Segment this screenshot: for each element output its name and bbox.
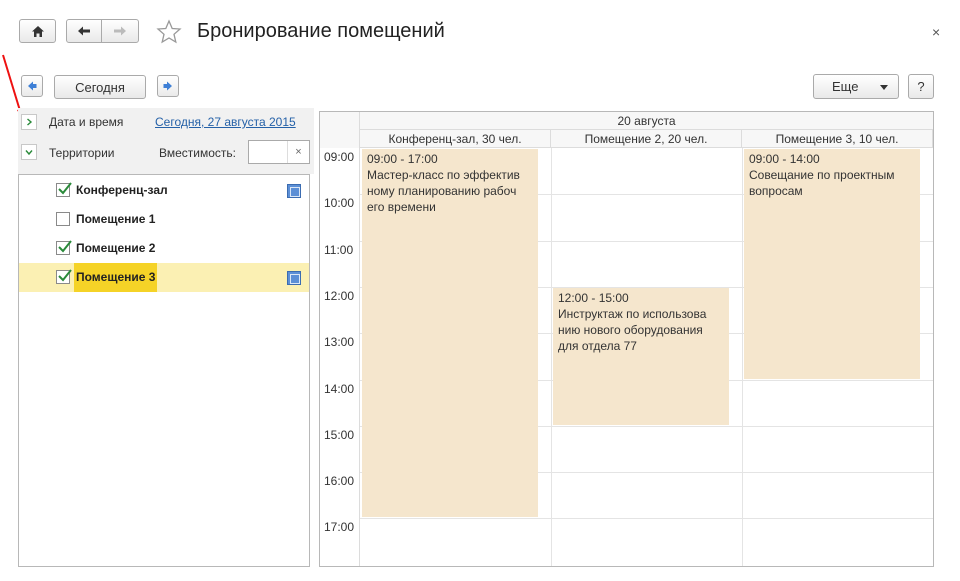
datetime-label: Дата и время bbox=[49, 115, 124, 129]
event-time: 09:00 - 14:00 bbox=[749, 152, 820, 166]
event-description: Мастер-класс по эффектив ному планирован… bbox=[367, 168, 520, 214]
close-icon[interactable]: × bbox=[932, 24, 940, 40]
next-period-button[interactable] bbox=[157, 75, 179, 97]
column-header: Помещение 2, 20 чел. bbox=[551, 130, 742, 148]
hour-label: 10:00 bbox=[324, 196, 355, 211]
page-title: Бронирование помещений bbox=[197, 20, 445, 42]
clear-icon[interactable]: × bbox=[287, 141, 309, 163]
room-checkbox[interactable] bbox=[56, 212, 70, 226]
booking-event[interactable]: 09:00 - 17:00 Мастер-класс по эффектив но… bbox=[362, 149, 538, 518]
checkmark-icon bbox=[58, 240, 72, 253]
room-row[interactable]: Помещение 1 bbox=[19, 205, 309, 234]
hour-label: 11:00 bbox=[324, 242, 354, 257]
column-divider bbox=[742, 148, 743, 566]
room-row[interactable]: Помещение 2 bbox=[19, 234, 309, 263]
event-time: 12:00 - 15:00 bbox=[558, 290, 629, 305]
help-button[interactable]: ? bbox=[908, 74, 934, 99]
booking-event[interactable]: 09:00 - 14:00 Совещание по проектным вопр… bbox=[744, 149, 920, 379]
room-color-icon[interactable] bbox=[287, 271, 301, 285]
room-name: Конференц-зал bbox=[76, 183, 168, 197]
time-column: 09:00 10:00 11:00 12:00 13:00 14:00 15:00 16:00… bbox=[320, 148, 360, 566]
triangle-right-icon bbox=[163, 81, 172, 91]
planner: 20 августа Конференц-зал, 30 чел. Помещен… bbox=[319, 111, 934, 567]
hour-label: 13:00 bbox=[324, 335, 355, 350]
planner-corner bbox=[320, 112, 360, 148]
capacity-input[interactable]: × bbox=[248, 140, 310, 164]
room-name: Помещение 3 bbox=[74, 263, 158, 292]
forward-button[interactable] bbox=[101, 19, 139, 43]
territories-label: Территории bbox=[49, 146, 115, 160]
home-button[interactable] bbox=[19, 19, 56, 43]
room-checkbox[interactable] bbox=[56, 269, 72, 284]
star-icon bbox=[156, 19, 182, 44]
more-button[interactable]: Еще bbox=[813, 74, 899, 99]
booking-event[interactable]: 12:00 - 15:00 Инструктаж по использова ни… bbox=[553, 287, 729, 425]
chevron-down-icon bbox=[25, 150, 33, 156]
arrow-left-icon bbox=[78, 26, 90, 36]
event-description: Совещание по проектным вопросам bbox=[749, 168, 895, 198]
column-divider bbox=[551, 148, 552, 566]
chevron-right-icon bbox=[27, 118, 33, 126]
hour-label: 09:00 bbox=[324, 150, 355, 164]
column-header: Конференц-зал, 30 чел. bbox=[360, 130, 551, 148]
room-color-icon[interactable] bbox=[287, 184, 301, 198]
rooms-list: Конференц-зал Помещение 1 Помещение 2 Помещ… bbox=[18, 174, 310, 567]
column-header: Помещение 3, 10 чел. bbox=[742, 130, 933, 148]
territories-expand[interactable] bbox=[21, 144, 37, 160]
datetime-link[interactable]: Сегодня, 27 августа 2015 bbox=[155, 115, 296, 129]
room-row[interactable]: Помещение 3 bbox=[19, 263, 309, 292]
hour-gridline bbox=[360, 518, 933, 520]
caret-down-icon bbox=[880, 85, 888, 90]
hour-label: 14:00 bbox=[324, 381, 355, 396]
event-description: Инструктаж по использова нию нового обор… bbox=[558, 306, 707, 353]
hour-label: 12:00 bbox=[324, 288, 355, 303]
room-row[interactable]: Конференц-зал bbox=[19, 176, 309, 205]
planner-date: 20 августа bbox=[360, 112, 933, 130]
home-icon bbox=[31, 25, 44, 37]
today-button[interactable]: Сегодня bbox=[54, 75, 146, 99]
hour-label: 15:00 bbox=[324, 427, 355, 442]
room-name: Помещение 1 bbox=[76, 212, 156, 226]
capacity-label: Вместимость: bbox=[159, 146, 236, 160]
more-label: Еще bbox=[832, 79, 859, 94]
room-name: Помещение 2 bbox=[76, 241, 156, 255]
room-checkbox[interactable] bbox=[56, 240, 72, 255]
checkmark-icon bbox=[58, 269, 72, 282]
arrow-right-icon bbox=[114, 26, 126, 36]
room-checkbox[interactable] bbox=[56, 182, 72, 197]
checkmark-icon bbox=[58, 182, 72, 195]
event-time: 09:00 - 17:00 bbox=[367, 152, 438, 166]
datetime-expand[interactable] bbox=[21, 114, 37, 130]
hour-label: 17:00 bbox=[324, 520, 355, 535]
back-button[interactable] bbox=[66, 19, 102, 43]
favorite-star[interactable] bbox=[156, 19, 182, 45]
hour-label: 16:00 bbox=[324, 474, 355, 489]
